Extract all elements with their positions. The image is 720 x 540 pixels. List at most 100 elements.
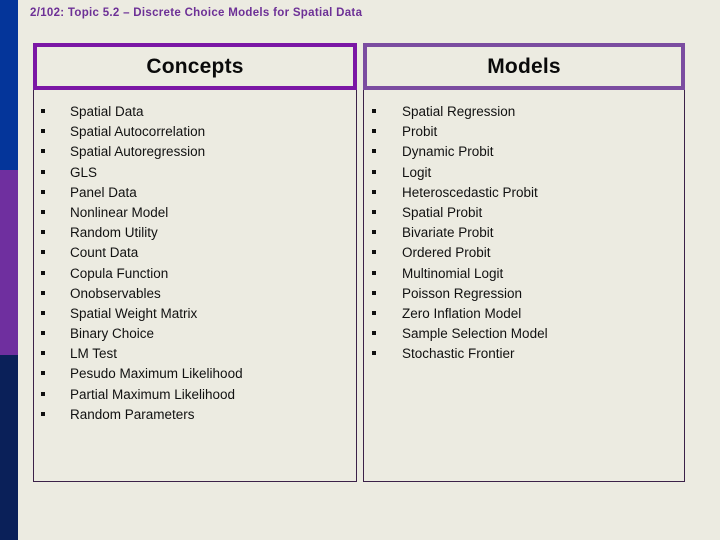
bullet-square-icon bbox=[372, 149, 376, 154]
panel-models-title: Models bbox=[487, 54, 561, 78]
list-item-label: Spatial Autoregression bbox=[70, 144, 206, 160]
list-item-label: Count Data bbox=[70, 245, 139, 261]
bullet-square-icon bbox=[372, 250, 376, 255]
bullet-square-icon bbox=[41, 129, 45, 134]
bullet-square-icon bbox=[41, 391, 45, 396]
list-item-label: Spatial Regression bbox=[402, 104, 516, 119]
panel-concepts-title: Concepts bbox=[146, 54, 244, 78]
bullet-square-icon bbox=[41, 149, 45, 154]
bullet-square-icon bbox=[372, 331, 376, 336]
list-item: Pesudo Maximum Likelihood bbox=[34, 366, 356, 386]
list-item-label: Heteroscedastic Probit bbox=[402, 184, 538, 200]
concepts-list: Spatial Data Spatial Autocorrelation Spati… bbox=[34, 104, 356, 427]
bullet-square-icon bbox=[372, 351, 376, 356]
bullet-square-icon bbox=[41, 270, 45, 275]
list-item-label: Multinomial Logit bbox=[402, 265, 504, 281]
list-item: Spatial Data bbox=[34, 104, 356, 124]
bullet-square-icon bbox=[41, 411, 45, 416]
list-item: Spatial Autoregression bbox=[34, 144, 356, 164]
list-item: Bivariate Probit bbox=[364, 225, 684, 245]
list-item: Probit bbox=[364, 124, 684, 144]
list-item-label: Probit bbox=[402, 124, 438, 140]
list-item-label: LM Test bbox=[70, 346, 118, 362]
bullet-square-icon bbox=[41, 169, 45, 174]
bullet-square-icon bbox=[372, 189, 376, 194]
list-item-label: GLS bbox=[70, 164, 98, 180]
list-item-label: Sample Selection Model bbox=[402, 326, 548, 342]
bullet-square-icon bbox=[41, 230, 45, 235]
list-item-label: Ordered Probit bbox=[402, 245, 491, 261]
list-item: Onobservables bbox=[34, 286, 356, 306]
models-list: Spatial Regression Probit Dynamic Probit Lo… bbox=[364, 104, 684, 366]
list-item-label: Poisson Regression bbox=[402, 285, 523, 301]
list-item: Spatial Weight Matrix bbox=[34, 306, 356, 326]
bullet-square-icon bbox=[372, 109, 376, 113]
list-item-label: Spatial Data bbox=[70, 104, 144, 119]
panel-models-body: Spatial Regression Probit Dynamic Probit Lo… bbox=[363, 90, 685, 482]
list-item: Random Parameters bbox=[34, 407, 356, 427]
list-item: Zero Inflation Model bbox=[364, 306, 684, 326]
list-item: Count Data bbox=[34, 245, 356, 265]
bullet-square-icon bbox=[41, 109, 45, 113]
list-item-label: Spatial Weight Matrix bbox=[70, 305, 198, 321]
bullet-square-icon bbox=[41, 310, 45, 315]
bullet-square-icon bbox=[372, 169, 376, 174]
list-item: Panel Data bbox=[34, 185, 356, 205]
bullet-square-icon bbox=[41, 209, 45, 214]
bullet-square-icon bbox=[372, 209, 376, 214]
list-item: Nonlinear Model bbox=[34, 205, 356, 225]
slide-title: 2/102: Topic 5.2 – Discrete Choice Model… bbox=[30, 7, 363, 19]
left-color-sidebar bbox=[0, 0, 18, 540]
list-item: Ordered Probit bbox=[364, 245, 684, 265]
list-item: Partial Maximum Likelihood bbox=[34, 387, 356, 407]
sidebar-band-navy bbox=[0, 355, 18, 540]
list-item-label: Copula Function bbox=[70, 265, 169, 281]
bullet-square-icon bbox=[372, 290, 376, 295]
list-item: Logit bbox=[364, 165, 684, 185]
list-item-label: Zero Inflation Model bbox=[402, 305, 522, 321]
list-item-label: Bivariate Probit bbox=[402, 225, 494, 241]
list-item-label: Partial Maximum Likelihood bbox=[70, 386, 236, 402]
list-item: Spatial Autocorrelation bbox=[34, 124, 356, 144]
list-item-label: Nonlinear Model bbox=[70, 204, 169, 220]
list-item-label: Stochastic Frontier bbox=[402, 346, 515, 362]
list-item: Poisson Regression bbox=[364, 286, 684, 306]
panel-concepts-header: Concepts bbox=[33, 43, 357, 90]
list-item: Sample Selection Model bbox=[364, 326, 684, 346]
bullet-square-icon bbox=[372, 270, 376, 275]
bullet-square-icon bbox=[372, 129, 376, 134]
list-item: LM Test bbox=[34, 346, 356, 366]
bullet-square-icon bbox=[41, 189, 45, 194]
list-item-label: Dynamic Probit bbox=[402, 144, 494, 160]
list-item-label: Panel Data bbox=[70, 184, 137, 200]
list-item-label: Binary Choice bbox=[70, 326, 155, 342]
bullet-square-icon bbox=[41, 371, 45, 376]
bullet-square-icon bbox=[41, 351, 45, 356]
list-item: Multinomial Logit bbox=[364, 266, 684, 286]
bullet-square-icon bbox=[41, 331, 45, 336]
bullet-square-icon bbox=[41, 250, 45, 255]
sidebar-band-purple bbox=[0, 170, 18, 355]
list-item: Dynamic Probit bbox=[364, 144, 684, 164]
bullet-square-icon bbox=[372, 230, 376, 235]
list-item-label: Spatial Probit bbox=[402, 204, 483, 220]
list-item: Stochastic Frontier bbox=[364, 346, 684, 366]
list-item-label: Random Utility bbox=[70, 225, 158, 241]
list-item: Binary Choice bbox=[34, 326, 356, 346]
panel-concepts: Concepts Spatial Data Spatial Autocorrela… bbox=[33, 43, 357, 482]
panel-concepts-body: Spatial Data Spatial Autocorrelation Spati… bbox=[33, 90, 357, 482]
list-item-label: Random Parameters bbox=[70, 406, 195, 422]
sidebar-band-blue bbox=[0, 0, 18, 170]
list-item: Spatial Probit bbox=[364, 205, 684, 225]
bullet-square-icon bbox=[372, 310, 376, 315]
list-item-label: Onobservables bbox=[70, 285, 161, 301]
list-item: Copula Function bbox=[34, 266, 356, 286]
list-item-label: Logit bbox=[402, 164, 432, 180]
list-item-label: Spatial Autocorrelation bbox=[70, 124, 206, 140]
list-item-label: Pesudo Maximum Likelihood bbox=[70, 366, 243, 382]
list-item: Spatial Regression bbox=[364, 104, 684, 124]
list-item: Random Utility bbox=[34, 225, 356, 245]
panel-models-header: Models bbox=[363, 43, 685, 90]
bullet-square-icon bbox=[41, 290, 45, 295]
list-item: Heteroscedastic Probit bbox=[364, 185, 684, 205]
